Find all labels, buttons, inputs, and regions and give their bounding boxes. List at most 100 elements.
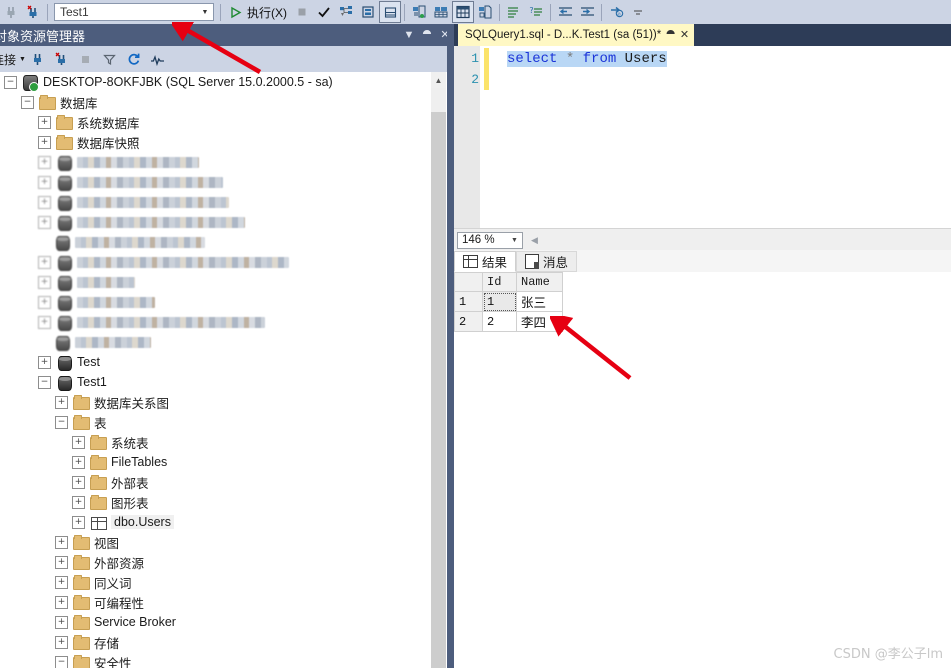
include-actual-plan-icon[interactable]	[357, 1, 379, 23]
connect-icon[interactable]	[0, 1, 22, 23]
scrollbar-thumb[interactable]	[431, 112, 446, 668]
table-cell-id[interactable]: 1	[482, 291, 517, 312]
collapse-icon[interactable]: −	[21, 95, 34, 109]
tree-item[interactable]: + 数据库关系图	[0, 392, 436, 412]
collapse-icon[interactable]: −	[55, 655, 68, 668]
specify-values-icon[interactable]: @	[605, 1, 627, 23]
tree-item[interactable]: + 系统数据库	[0, 112, 436, 132]
activity-monitor-icon[interactable]	[146, 48, 170, 70]
zoom-dropdown[interactable]: 146 % ▼	[457, 231, 523, 249]
column-header-id[interactable]: Id	[482, 272, 517, 292]
parse-check-icon[interactable]	[313, 1, 335, 23]
results-grid[interactable]: Id Name 1 1 张三 2 2 李四	[454, 272, 563, 332]
expand-icon[interactable]: +	[38, 355, 51, 369]
expand-icon[interactable]: +	[72, 515, 85, 529]
expand-icon[interactable]: +	[38, 255, 51, 269]
tree-item[interactable]: +	[0, 292, 436, 312]
tree-item[interactable]: + 系统表	[0, 432, 436, 452]
results-to-grid-icon[interactable]	[430, 1, 452, 23]
execute-icon[interactable]	[224, 1, 246, 23]
expand-icon[interactable]: +	[55, 595, 68, 609]
table-cell-name[interactable]: 李四	[516, 311, 563, 332]
expand-icon[interactable]: +	[38, 195, 51, 209]
code-line[interactable]: 1 select * from Users	[454, 48, 667, 69]
tree-item[interactable]: + 视图	[0, 532, 436, 552]
scroll-left-icon[interactable]: ◀	[531, 235, 538, 246]
results-grid-container[interactable]: Id Name 1 1 张三 2 2 李四	[454, 272, 951, 668]
tree-item[interactable]: + Service Broker	[0, 612, 436, 632]
code-line[interactable]: 2	[454, 69, 507, 90]
results-to-grid-active-icon boxed[interactable]	[452, 1, 474, 23]
expand-icon[interactable]: +	[55, 555, 68, 569]
scroll-up-icon[interactable]: ▲	[431, 72, 446, 88]
tree-item[interactable]: + FileTables	[0, 452, 436, 472]
tree-item[interactable]	[0, 332, 436, 352]
results-to-text-icon[interactable]	[408, 1, 430, 23]
connect-icon[interactable]	[26, 48, 50, 70]
tree-item[interactable]: + 可编程性	[0, 592, 436, 612]
collapse-icon[interactable]: −	[55, 415, 68, 429]
uncomment-icon[interactable]: ?	[525, 1, 547, 23]
filter-icon[interactable]	[98, 48, 122, 70]
column-header-name[interactable]: Name	[516, 272, 563, 292]
tree-item[interactable]: + 图形表	[0, 492, 436, 512]
expand-icon[interactable]: +	[38, 275, 51, 289]
expand-icon[interactable]: +	[72, 435, 85, 449]
row-number-cell[interactable]: 1	[454, 291, 483, 312]
expand-icon[interactable]: +	[55, 395, 68, 409]
tree-item[interactable]: − Test1	[0, 372, 436, 392]
tree-item[interactable]: + 同义词	[0, 572, 436, 592]
editor-tab[interactable]: SQLQuery1.sql - D...K.Test1 (sa (51))* ⯊…	[458, 24, 695, 46]
collapse-icon[interactable]: −	[4, 75, 17, 89]
expand-icon[interactable]: +	[72, 455, 85, 469]
tree-item[interactable]: + Test	[0, 352, 436, 372]
expand-icon[interactable]: +	[38, 155, 51, 169]
tree-item[interactable]: +	[0, 152, 436, 172]
table-row[interactable]: 2 2 李四	[454, 311, 563, 332]
expand-icon[interactable]: +	[72, 495, 85, 509]
tree-item[interactable]: + 存储	[0, 632, 436, 652]
results-to-file-icon[interactable]	[474, 1, 496, 23]
display-estimated-plan-icon[interactable]	[335, 1, 357, 23]
expand-icon[interactable]: +	[38, 175, 51, 189]
tree-item[interactable]: +	[0, 212, 436, 232]
expand-icon[interactable]: +	[38, 315, 51, 329]
expand-icon[interactable]: +	[55, 575, 68, 589]
tree-item[interactable]: +	[0, 312, 436, 332]
overflow-icon[interactable]	[627, 1, 649, 23]
sql-editor[interactable]: 1 select * from Users 2	[454, 46, 951, 228]
tree-item[interactable]: + 外部表	[0, 472, 436, 492]
tree-item[interactable]: − DESKTOP-8OKFJBK (SQL Server 15.0.2000.5…	[0, 72, 436, 92]
pin-icon[interactable]: ⯊	[418, 29, 436, 41]
chevron-down-icon[interactable]: ▼	[400, 29, 418, 41]
connect-button[interactable]: 连接 ▼	[0, 51, 26, 68]
expand-icon[interactable]: +	[38, 135, 51, 149]
refresh-icon[interactable]	[122, 48, 146, 70]
pin-icon[interactable]: ⯊	[666, 29, 675, 41]
table-row[interactable]: 1 1 张三	[454, 291, 563, 312]
tree-item[interactable]: − 表	[0, 412, 436, 432]
execute-button-label[interactable]: 执行(X)	[246, 4, 291, 21]
tree-item[interactable]: − 数据库	[0, 92, 436, 112]
table-cell-id[interactable]: 2	[482, 311, 517, 332]
tree-item[interactable]: − 安全性	[0, 652, 436, 668]
tree-item[interactable]: + 数据库快照	[0, 132, 436, 152]
tree-item[interactable]: +	[0, 192, 436, 212]
collapse-icon[interactable]: −	[38, 375, 51, 389]
tree-item[interactable]: + 外部资源	[0, 552, 436, 572]
tree-item[interactable]: +	[0, 172, 436, 192]
include-client-statistics-icon[interactable]	[379, 1, 401, 23]
table-cell-name[interactable]: 张三	[516, 291, 563, 312]
object-explorer-scrollbar[interactable]: ▲	[431, 72, 446, 668]
tree-item[interactable]: +	[0, 272, 436, 292]
comment-icon[interactable]	[503, 1, 525, 23]
tree-item[interactable]: + dbo.Users	[0, 512, 436, 532]
decrease-indent-icon[interactable]	[554, 1, 576, 23]
tab-results[interactable]: 结果	[454, 251, 517, 272]
database-dropdown[interactable]: Test1 ▼	[54, 3, 214, 21]
disconnect-icon[interactable]	[50, 48, 74, 70]
close-icon[interactable]: ✕	[680, 29, 689, 41]
expand-icon[interactable]: +	[55, 635, 68, 649]
expand-icon[interactable]: +	[38, 215, 51, 229]
expand-icon[interactable]: +	[72, 475, 85, 489]
